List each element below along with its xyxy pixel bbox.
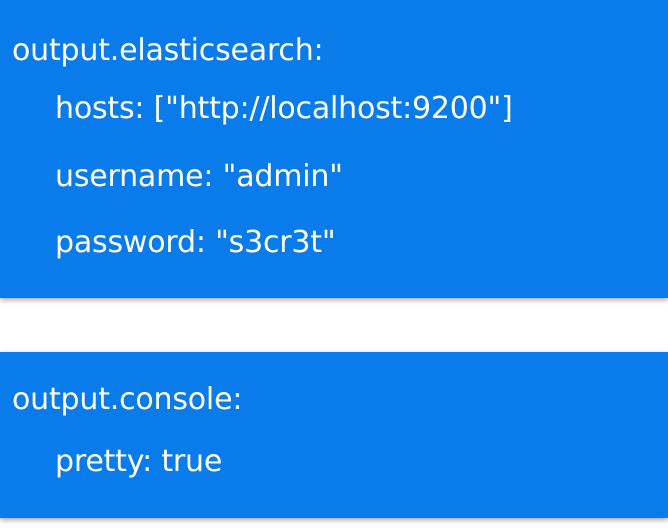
elasticsearch-config-panel: output.elasticsearch: hosts: ["http://lo… [0,0,668,298]
config-section-key: output.elasticsearch: [12,33,324,68]
config-entry-hosts: hosts: ["http://localhost:9200"] [55,91,513,126]
config-entry-username: username: "admin" [55,159,343,194]
console-config-panel: output.console: pretty: true [0,352,668,518]
config-entry-password: password: "s3cr3t" [55,225,336,260]
config-entry-pretty: pretty: true [55,444,223,479]
config-section-key: output.console: [12,382,243,417]
